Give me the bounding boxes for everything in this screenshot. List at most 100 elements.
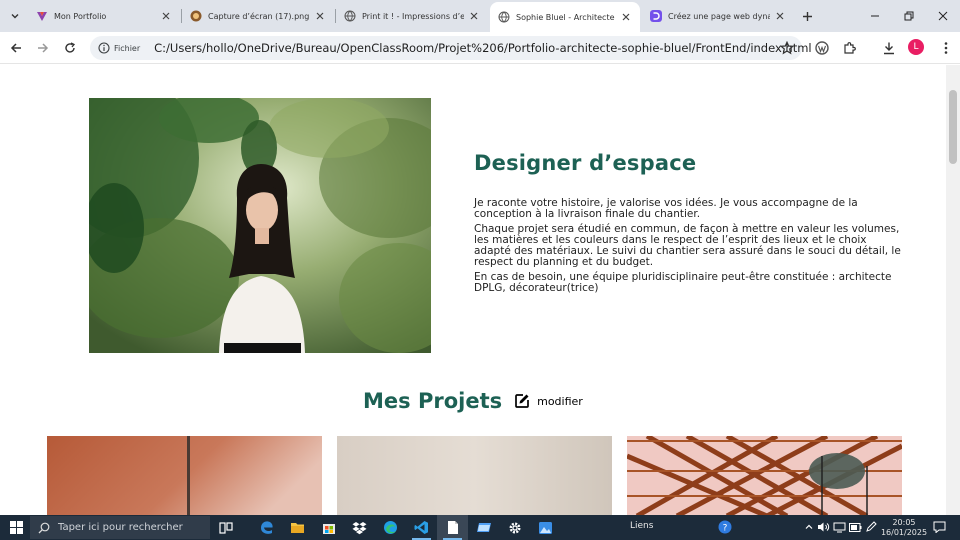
arrow-left-icon <box>10 43 21 53</box>
volume-icon <box>817 522 829 532</box>
url-text[interactable]: C:/Users/hollo/OneDrive/Bureau/OpenClass… <box>154 41 811 55</box>
extensions-button[interactable] <box>838 36 862 60</box>
plus-icon <box>802 11 812 21</box>
notification-icon <box>933 521 945 533</box>
chevron-down-icon <box>11 14 19 19</box>
reload-button[interactable] <box>58 36 82 60</box>
browser-toolbar: Fichier C:/Users/hollo/OneDrive/Bureau/O… <box>0 32 960 64</box>
tab-title: Print it ! - Impressions d’entre <box>362 11 464 21</box>
store-icon <box>322 523 335 534</box>
close-icon[interactable] <box>774 10 786 22</box>
forward-button[interactable] <box>31 36 55 60</box>
tab-print-it[interactable]: Print it ! - Impressions d’entre <box>336 4 488 28</box>
wordpress-icon <box>815 41 829 55</box>
help-tray-button[interactable]: ? <box>718 520 732 534</box>
downloads-button[interactable] <box>877 36 901 60</box>
reload-icon <box>65 42 76 53</box>
browser-menu-button[interactable] <box>934 36 958 60</box>
close-icon <box>938 11 948 21</box>
site-info-chip[interactable]: Fichier <box>98 42 140 54</box>
minimize-icon <box>871 15 879 17</box>
wordpress-extension-button[interactable] <box>810 36 834 60</box>
windows-start-icon[interactable] <box>10 521 23 534</box>
projects-title: Mes Projets <box>363 389 503 413</box>
restore-icon <box>904 11 914 21</box>
settings-app[interactable] <box>499 515 530 540</box>
tab-sophie-bluel[interactable]: Sophie Bluel - Architecte d’int <box>490 2 640 32</box>
intro-paragraph: Je raconte votre histoire, je valorise v… <box>474 197 858 220</box>
files-app[interactable] <box>468 515 499 540</box>
minimize-button[interactable] <box>858 0 892 32</box>
battery-icon <box>848 522 861 532</box>
photos-app[interactable] <box>530 515 561 540</box>
architect-photo <box>89 98 431 353</box>
files-icon <box>476 523 491 532</box>
network-button[interactable] <box>832 520 846 534</box>
notepad-icon <box>447 521 458 534</box>
globe-icon <box>498 11 510 23</box>
edge-legacy-app[interactable] <box>251 515 282 540</box>
close-icon[interactable] <box>160 10 172 22</box>
profile-avatar[interactable]: L <box>908 39 924 55</box>
tab-title: Mon Portfolio <box>54 11 107 21</box>
back-button[interactable] <box>4 36 28 60</box>
image-file-icon <box>190 10 202 22</box>
dropbox-app[interactable] <box>344 515 375 540</box>
arrow-right-icon <box>38 43 49 53</box>
task-view-button[interactable] <box>210 515 241 540</box>
gear-icon <box>509 522 520 533</box>
page-content: Designer d’espace Je raconte votre histo… <box>0 65 946 515</box>
projects-header: Mes Projets modifier <box>363 389 583 413</box>
tab-mon-portfolio[interactable]: Mon Portfolio <box>28 4 180 28</box>
download-icon <box>884 42 894 55</box>
restore-button[interactable] <box>892 0 926 32</box>
clock-time: 20:05 <box>892 518 916 527</box>
search-icon <box>38 522 50 533</box>
tab-title: Créez une page web dynamiq <box>668 11 770 21</box>
edge-app[interactable] <box>375 515 406 540</box>
help-icon: ? <box>718 520 732 534</box>
taskbar-clock[interactable]: 20:05 16/01/2025 <box>880 518 928 538</box>
hidden-icons-button[interactable] <box>802 520 816 534</box>
close-icon[interactable] <box>620 11 632 23</box>
links-toolbar-label[interactable]: Liens <box>630 521 653 531</box>
info-icon <box>98 42 110 54</box>
puzzle-icon <box>844 42 856 54</box>
intro-text: Je raconte votre histoire, je valorise v… <box>474 198 904 298</box>
project-card[interactable] <box>337 436 612 515</box>
intro-title: Designer d’espace <box>474 151 697 175</box>
volume-button[interactable] <box>816 520 830 534</box>
tab-capture-ecran[interactable]: Capture d’écran (17).png - So <box>182 4 334 28</box>
file-explorer-app[interactable] <box>282 515 313 540</box>
scrollbar-thumb[interactable] <box>949 90 957 164</box>
network-icon <box>833 522 845 533</box>
notifications-button[interactable] <box>932 520 946 534</box>
battery-button[interactable] <box>848 520 862 534</box>
tab-creez-page-web[interactable]: Créez une page web dynamiq <box>642 4 794 28</box>
intro-paragraph: Chaque projet sera étudié en commun, de … <box>474 223 901 268</box>
new-tab-button[interactable] <box>797 6 817 26</box>
taskbar-search-box[interactable]: Taper ici pour rechercher <box>30 516 210 539</box>
openclassrooms-icon <box>650 10 662 22</box>
tab-search-button[interactable] <box>4 5 26 27</box>
edit-projects-label: modifier <box>537 394 583 408</box>
address-bar[interactable]: Fichier C:/Users/hollo/OneDrive/Bureau/O… <box>90 36 812 60</box>
task-view-icon <box>218 521 233 534</box>
vscode-icon <box>414 521 428 534</box>
edit-icon <box>515 394 529 408</box>
store-app[interactable] <box>313 515 344 540</box>
star-icon[interactable] <box>780 41 794 55</box>
project-card[interactable] <box>47 436 322 515</box>
edit-projects-button[interactable]: modifier <box>514 393 583 409</box>
globe-icon <box>344 10 356 22</box>
pen-workspace-button[interactable] <box>864 520 878 534</box>
chevron-up-icon <box>805 524 813 529</box>
notepad-app[interactable] <box>437 515 468 540</box>
close-icon[interactable] <box>314 10 326 22</box>
project-card[interactable] <box>627 436 902 515</box>
close-icon[interactable] <box>468 10 480 22</box>
file-explorer-icon <box>291 523 304 533</box>
tab-title: Sophie Bluel - Architecte d’int <box>516 12 616 22</box>
close-window-button[interactable] <box>926 0 960 32</box>
vscode-app[interactable] <box>406 515 437 540</box>
